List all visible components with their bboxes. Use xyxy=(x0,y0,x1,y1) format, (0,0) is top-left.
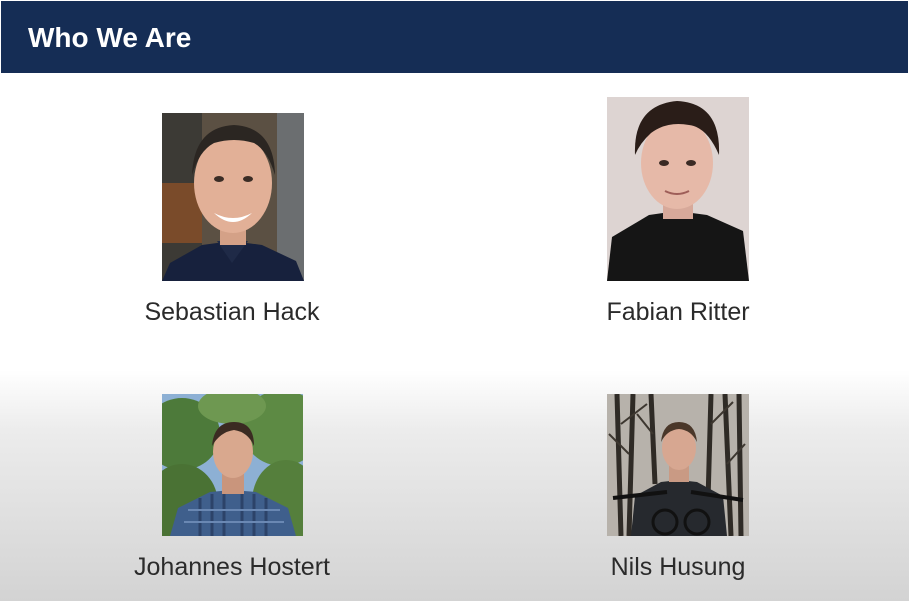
slide-header: Who We Are xyxy=(1,1,908,73)
portrait-photo-fabian-ritter xyxy=(607,97,749,281)
person-name: Fabian Ritter xyxy=(606,298,750,326)
slide-title: Who We Are xyxy=(28,22,192,53)
person-name: Johannes Hostert xyxy=(134,553,330,581)
portrait-photo-nils-husung xyxy=(607,394,749,536)
portrait-photo-sebastian-hack xyxy=(162,113,304,281)
portrait-photo-johannes-hostert xyxy=(162,394,303,536)
person-name: Nils Husung xyxy=(610,553,746,581)
person-name: Sebastian Hack xyxy=(144,298,320,326)
